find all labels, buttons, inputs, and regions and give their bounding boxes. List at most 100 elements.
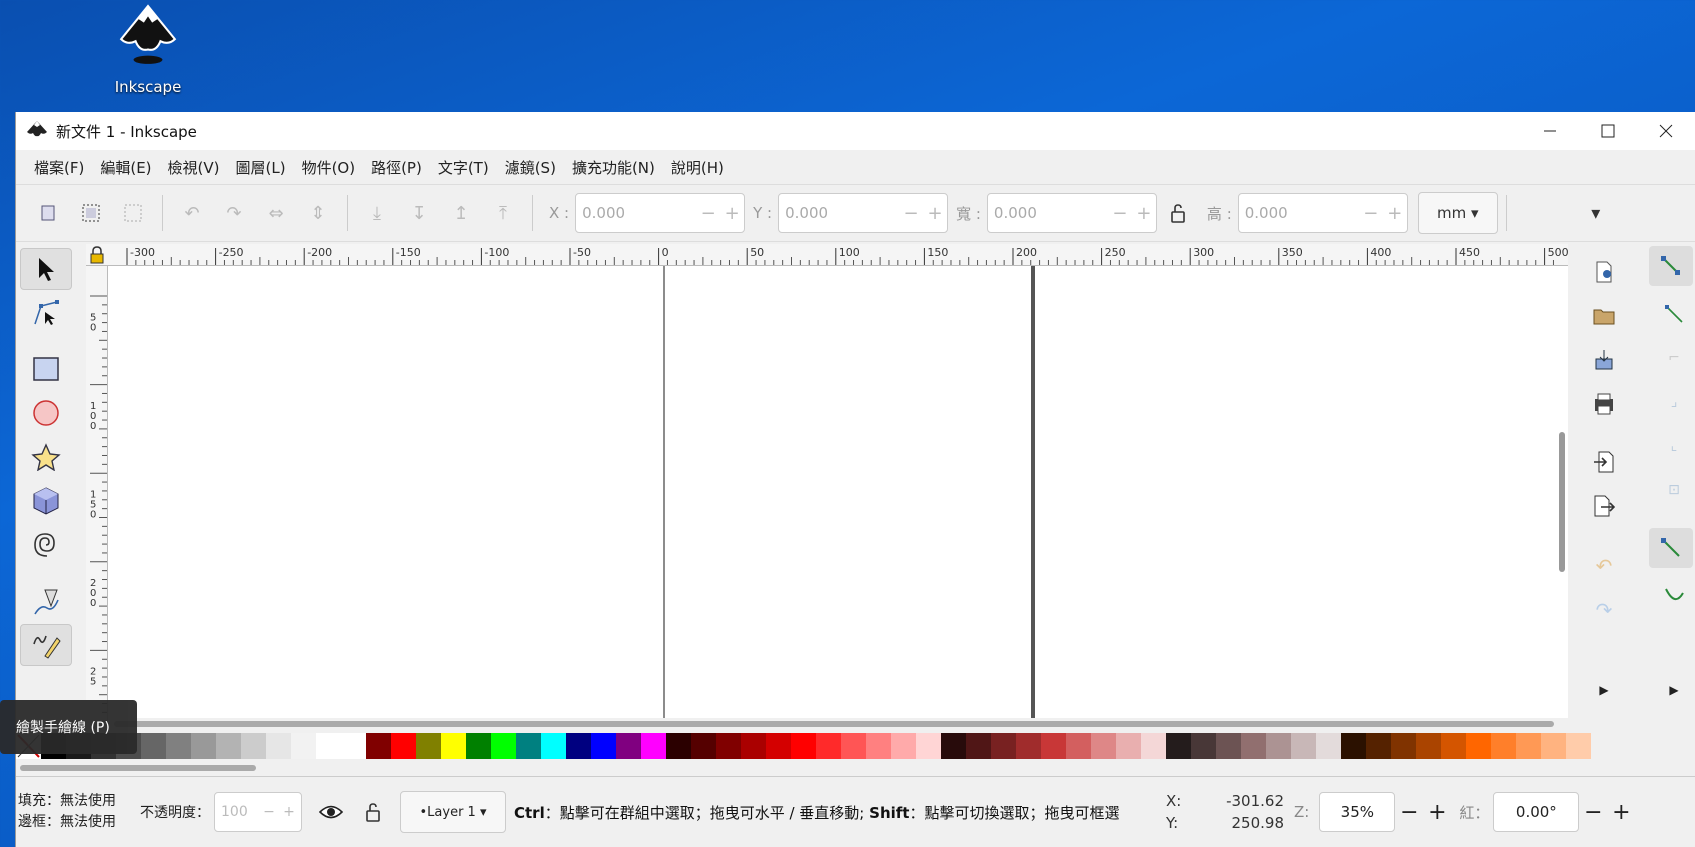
open-button[interactable]	[1586, 298, 1622, 334]
maximize-button[interactable]	[1579, 112, 1637, 150]
rotate-ccw-step-button[interactable]: −	[1579, 800, 1607, 825]
lower-to-bottom-button[interactable]: ⤓	[356, 192, 398, 234]
vertical-scrollbar-thumb[interactable]	[1559, 432, 1565, 572]
color-swatch[interactable]	[1016, 733, 1041, 759]
color-swatch[interactable]	[1316, 733, 1341, 759]
menu-file[interactable]: 檔案(F)	[26, 157, 92, 178]
zoom-in-button[interactable]: +	[1423, 800, 1451, 825]
color-swatch[interactable]	[1516, 733, 1541, 759]
color-swatch[interactable]	[241, 733, 266, 759]
color-swatch[interactable]	[616, 733, 641, 759]
menu-filters[interactable]: 濾鏡(S)	[497, 157, 564, 178]
save-button[interactable]	[1586, 342, 1622, 378]
vertical-scrollbar[interactable]	[1556, 270, 1568, 710]
select-all-layers-button[interactable]	[70, 192, 112, 234]
width-input[interactable]	[987, 195, 1108, 231]
color-swatch[interactable]	[1441, 733, 1466, 759]
redo-button[interactable]: ↷	[1586, 592, 1622, 628]
color-swatch[interactable]	[566, 733, 591, 759]
color-swatch[interactable]	[216, 733, 241, 759]
color-swatch[interactable]	[1366, 733, 1391, 759]
lower-button[interactable]: ↧	[398, 192, 440, 234]
color-swatch[interactable]	[1041, 733, 1066, 759]
color-swatch[interactable]	[1091, 733, 1116, 759]
snap-nodes-button[interactable]	[1649, 528, 1693, 568]
inkscape-desktop-shortcut[interactable]: Inkscape	[108, 4, 188, 96]
color-swatch[interactable]	[416, 733, 441, 759]
toolbar-overflow-button[interactable]: ▾	[1575, 192, 1617, 234]
color-swatch[interactable]	[666, 733, 691, 759]
pencil-tool[interactable]	[20, 624, 72, 666]
color-swatch[interactable]	[441, 733, 466, 759]
color-swatch[interactable]	[841, 733, 866, 759]
unit-dropdown[interactable]: mm ▾	[1417, 192, 1498, 234]
color-swatch[interactable]	[466, 733, 491, 759]
color-swatch[interactable]	[866, 733, 891, 759]
x-increment-button[interactable]: +	[720, 203, 744, 224]
menu-view[interactable]: 檢視(V)	[160, 157, 228, 178]
menu-help[interactable]: 說明(H)	[663, 157, 732, 178]
color-swatch[interactable]	[1566, 733, 1591, 759]
height-input[interactable]	[1238, 195, 1359, 231]
new-document-button[interactable]	[1586, 254, 1622, 290]
guide-lock-icon[interactable]	[88, 246, 106, 264]
commands-overflow-button[interactable]: ▶	[1586, 672, 1622, 708]
export-button[interactable]	[1586, 488, 1622, 524]
selector-tool[interactable]	[20, 248, 72, 290]
color-swatch[interactable]	[1216, 733, 1241, 759]
color-swatch[interactable]	[1491, 733, 1516, 759]
rotate-cw-button[interactable]: ↷	[213, 192, 255, 234]
snap-bbox-button[interactable]	[1656, 296, 1692, 332]
color-swatch[interactable]	[1416, 733, 1441, 759]
color-swatch[interactable]	[1466, 733, 1491, 759]
palette-scrollbar[interactable]	[16, 763, 1676, 773]
color-swatch[interactable]	[1266, 733, 1291, 759]
y-increment-button[interactable]: +	[923, 203, 947, 224]
current-layer-dropdown[interactable]: •Layer 1 ▾	[400, 791, 506, 833]
color-swatch[interactable]	[966, 733, 991, 759]
node-tool[interactable]	[20, 292, 72, 334]
color-swatch[interactable]	[266, 733, 291, 759]
color-swatch[interactable]	[1391, 733, 1416, 759]
width-increment-button[interactable]: +	[1132, 203, 1156, 224]
color-swatch[interactable]	[716, 733, 741, 759]
snap-overflow-button[interactable]: ▶	[1656, 672, 1692, 708]
color-swatch[interactable]	[166, 733, 191, 759]
height-decrement-button[interactable]: −	[1359, 203, 1383, 224]
color-swatch[interactable]	[641, 733, 666, 759]
y-input[interactable]	[779, 195, 900, 231]
pen-tool[interactable]	[20, 580, 72, 622]
drawing-canvas[interactable]	[108, 266, 1568, 718]
color-swatch[interactable]	[341, 733, 366, 759]
color-swatch[interactable]	[541, 733, 566, 759]
color-swatch[interactable]	[316, 733, 341, 759]
print-button[interactable]	[1586, 386, 1622, 422]
color-swatch[interactable]	[1341, 733, 1366, 759]
color-swatch[interactable]	[691, 733, 716, 759]
color-swatch[interactable]	[791, 733, 816, 759]
import-button[interactable]	[1586, 444, 1622, 480]
snap-toggle-button[interactable]	[1649, 246, 1693, 286]
menu-object[interactable]: 物件(O)	[294, 157, 364, 178]
color-swatch[interactable]	[816, 733, 841, 759]
rectangle-tool[interactable]	[20, 348, 72, 390]
rotation-input[interactable]: 0.00°	[1493, 792, 1580, 832]
menu-layer[interactable]: 圖層(L)	[228, 157, 294, 178]
rotate-cw-step-button[interactable]: +	[1607, 800, 1635, 825]
snap-path-button[interactable]	[1656, 576, 1692, 612]
zoom-out-button[interactable]: −	[1395, 800, 1423, 825]
color-swatch[interactable]	[391, 733, 416, 759]
horizontal-scrollbar[interactable]	[108, 718, 1568, 729]
menu-text[interactable]: 文字(T)	[430, 157, 497, 178]
snap-bbox-edge-button[interactable]: ⌐	[1656, 340, 1692, 376]
snap-bbox-center-button[interactable]: ⊡	[1656, 472, 1692, 508]
spiral-tool[interactable]	[20, 524, 72, 566]
snap-bbox-corner-button[interactable]: ⌟	[1656, 384, 1692, 420]
color-swatch[interactable]	[941, 733, 966, 759]
minimize-button[interactable]	[1521, 112, 1579, 150]
color-swatch[interactable]	[741, 733, 766, 759]
raise-to-top-button[interactable]: ⤒	[482, 192, 524, 234]
height-increment-button[interactable]: +	[1383, 203, 1407, 224]
menu-extensions[interactable]: 擴充功能(N)	[564, 157, 663, 178]
y-decrement-button[interactable]: −	[899, 203, 923, 224]
